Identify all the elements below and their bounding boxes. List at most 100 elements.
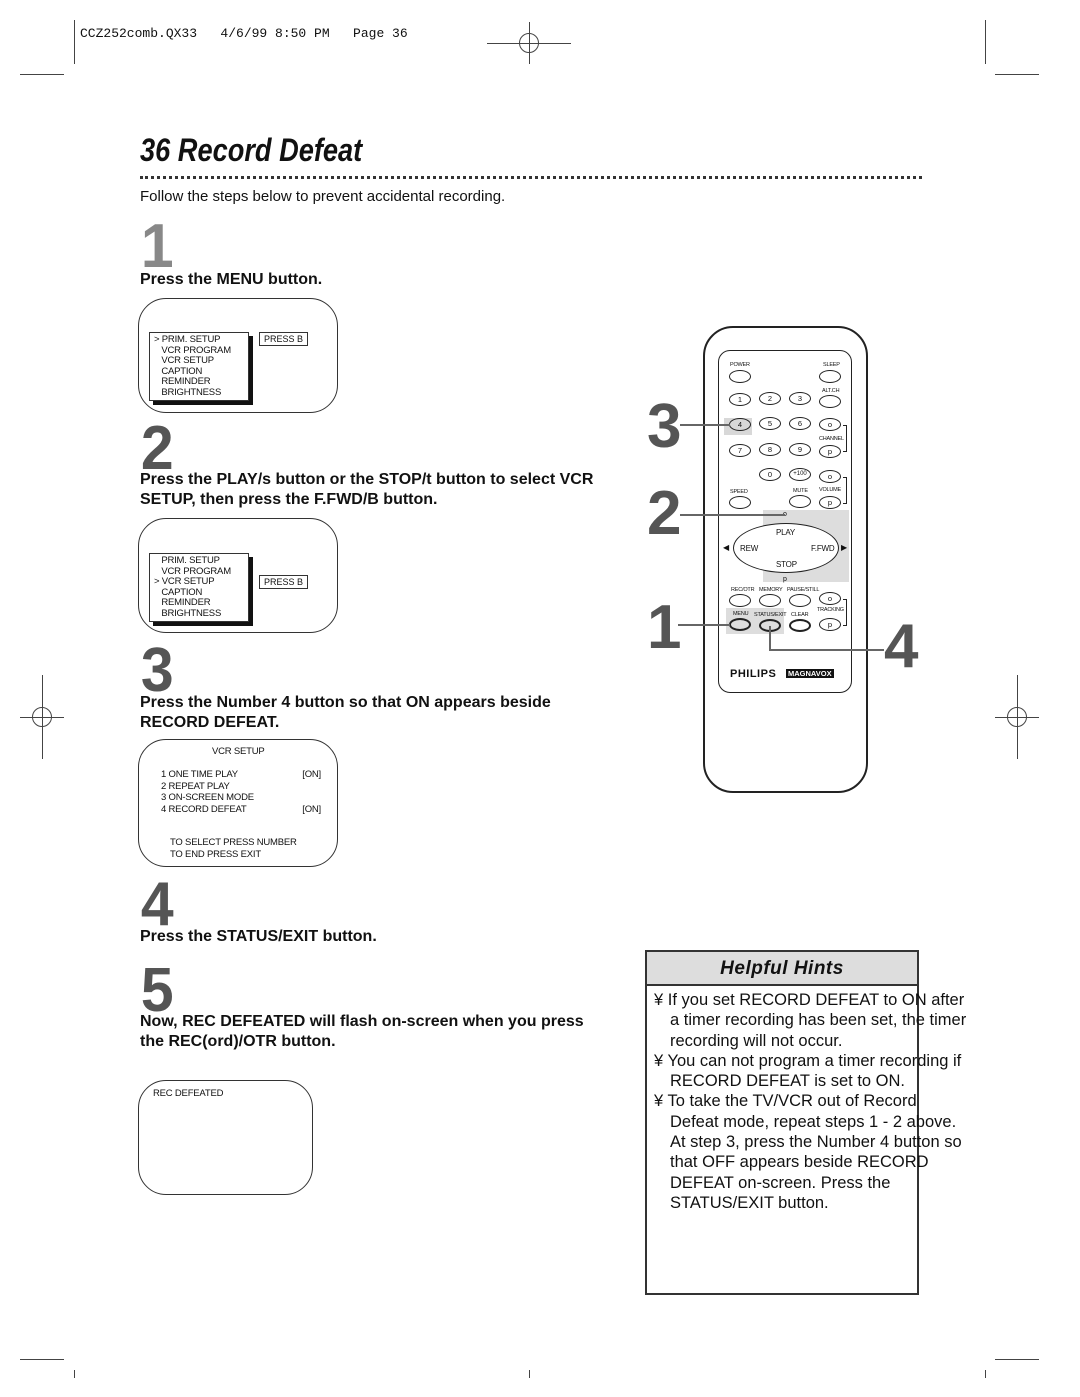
menu-label: MENU bbox=[733, 611, 749, 617]
speed-button[interactable] bbox=[729, 496, 751, 509]
right-arrow-icon: ▶ bbox=[841, 543, 847, 552]
step-instruction: Press the MENU button. bbox=[140, 271, 323, 288]
hints-title: Helpful Hints bbox=[647, 952, 917, 986]
tracking-down-button[interactable]: p bbox=[819, 618, 841, 631]
crop-mark bbox=[529, 1370, 530, 1378]
alt-ch-button[interactable] bbox=[819, 395, 841, 408]
setup-label: 3 ON-SCREEN MODE bbox=[161, 792, 254, 803]
tracking-label: TRACKING bbox=[817, 607, 844, 613]
rew-button[interactable]: REW bbox=[740, 544, 758, 553]
step-instruction: Press the Number 4 button so that ON app… bbox=[140, 694, 551, 731]
callout-number: 3 bbox=[647, 392, 682, 461]
press-b-hint: PRESS B bbox=[259, 332, 309, 346]
step-instruction: Now, REC DEFEATED will flash on-screen w… bbox=[140, 1013, 584, 1050]
brand-logo: PHILIPS bbox=[730, 668, 777, 680]
crop-mark bbox=[985, 20, 986, 64]
stop-button[interactable]: STOP bbox=[776, 560, 797, 569]
menu-item: VCR SETUP bbox=[154, 355, 214, 366]
digit-2-button[interactable]: 2 bbox=[759, 392, 781, 405]
digit-6-button[interactable]: 6 bbox=[789, 417, 811, 430]
callout-number: 1 bbox=[647, 593, 682, 662]
tv-screen-1: > PRIM. SETUP VCR PROGRAM VCR SETUP CAPT… bbox=[138, 298, 338, 413]
crop-mark bbox=[985, 1370, 986, 1378]
dotted-divider bbox=[140, 176, 922, 179]
callout-line bbox=[678, 624, 730, 626]
play-button[interactable]: PLAY bbox=[776, 528, 795, 537]
digit-8-button[interactable]: 8 bbox=[759, 443, 781, 456]
mute-button[interactable] bbox=[789, 495, 811, 508]
brand-logo: MAGNAVOX bbox=[786, 669, 834, 678]
clear-button[interactable] bbox=[789, 619, 811, 632]
screen-footer: TO SELECT PRESS NUMBER bbox=[170, 837, 297, 848]
file-slug: CCZ252comb.QX33 4/6/99 8:50 PM Page 36 bbox=[80, 26, 408, 41]
digit-3-button[interactable]: 3 bbox=[789, 392, 811, 405]
intro-text: Follow the steps below to prevent accide… bbox=[140, 188, 506, 205]
crop-mark bbox=[20, 74, 64, 75]
crop-mark bbox=[74, 1370, 75, 1378]
plus-100-button[interactable]: +100 bbox=[789, 468, 811, 481]
menu-item: BRIGHTNESS bbox=[154, 386, 222, 398]
setup-value: [ON] bbox=[302, 803, 321, 815]
menu-item: > PRIM. SETUP bbox=[154, 334, 221, 345]
setup-row: 4 RECORD DEFEAT [ON] bbox=[161, 804, 321, 816]
power-button[interactable] bbox=[729, 370, 751, 383]
channel-up-button[interactable]: o bbox=[819, 418, 841, 431]
volume-down-button[interactable]: p bbox=[819, 496, 841, 509]
pause-still-label: PAUSE/STILL bbox=[787, 587, 820, 593]
helpful-hints-box: Helpful Hints ¥ If you set RECORD DEFEAT… bbox=[645, 950, 966, 1295]
tracking-up-button[interactable]: o bbox=[819, 592, 841, 605]
crop-mark bbox=[995, 1359, 1039, 1360]
sleep-button[interactable] bbox=[819, 370, 841, 383]
digit-9-button[interactable]: 9 bbox=[789, 443, 811, 456]
registration-mark bbox=[519, 33, 539, 53]
callout-number: 2 bbox=[647, 479, 682, 548]
memory-button[interactable] bbox=[759, 594, 781, 607]
menu-list: > PRIM. SETUP VCR PROGRAM VCR SETUP CAPT… bbox=[149, 332, 249, 401]
rec-defeated-text: REC DEFEATED bbox=[153, 1088, 224, 1099]
step-instruction: Press the STATUS/EXIT button. bbox=[140, 928, 377, 945]
menu-item: > VCR SETUP bbox=[154, 576, 215, 587]
press-b-hint: PRESS B bbox=[259, 575, 309, 589]
screen-footer: TO END PRESS EXIT bbox=[170, 849, 261, 860]
hint-item: ¥ To take the TV/VCR out of Record Defea… bbox=[654, 1092, 962, 1212]
channel-down-button[interactable]: p bbox=[819, 445, 841, 458]
rec-otr-button[interactable] bbox=[729, 594, 751, 607]
crop-mark bbox=[995, 74, 1039, 75]
digit-1-button[interactable]: 1 bbox=[729, 393, 751, 406]
setup-label: 2 REPEAT PLAY bbox=[161, 780, 230, 792]
clear-label: CLEAR bbox=[791, 612, 809, 618]
menu-item: PRIM. SETUP bbox=[154, 555, 220, 566]
registration-mark bbox=[32, 707, 52, 727]
volume-up-button[interactable]: o bbox=[819, 470, 841, 483]
bracket bbox=[843, 599, 847, 626]
callout-line bbox=[769, 626, 771, 650]
digit-0-button[interactable]: 0 bbox=[759, 468, 781, 481]
callout-line bbox=[769, 649, 884, 651]
setup-label: 4 RECORD DEFEAT bbox=[161, 803, 247, 815]
menu-button[interactable] bbox=[729, 618, 751, 631]
left-arrow-icon: ◀ bbox=[723, 543, 729, 552]
rec-otr-label: REC/OTR bbox=[731, 587, 755, 593]
bracket bbox=[843, 425, 847, 452]
digit-4-button[interactable]: 4 bbox=[729, 418, 751, 431]
down-arrow-label: p bbox=[783, 576, 787, 583]
setup-label: 1 ONE TIME PLAY bbox=[161, 769, 238, 780]
crop-mark bbox=[74, 20, 75, 64]
memory-label: MEMORY bbox=[759, 587, 783, 593]
menu-list: PRIM. SETUP VCR PROGRAM > VCR SETUP CAPT… bbox=[149, 553, 249, 622]
registration-mark bbox=[1007, 707, 1027, 727]
crop-mark bbox=[20, 1359, 64, 1360]
digit-5-button[interactable]: 5 bbox=[759, 417, 781, 430]
tv-screen-3: VCR SETUP 1 ONE TIME PLAY [ON] 2 REPEAT P… bbox=[138, 739, 338, 867]
callout-number: 4 bbox=[884, 612, 919, 681]
setup-value: [ON] bbox=[302, 769, 321, 780]
channel-label: CHANNEL bbox=[819, 436, 844, 442]
setup-list: 1 ONE TIME PLAY [ON] 2 REPEAT PLAY 3 ON-S… bbox=[161, 769, 321, 815]
step-number: 1 bbox=[140, 212, 174, 281]
hint-item: ¥ If you set RECORD DEFEAT to ON after a… bbox=[654, 991, 967, 1050]
digit-7-button[interactable]: 7 bbox=[729, 444, 751, 457]
ffwd-button[interactable]: F.FWD bbox=[811, 544, 835, 553]
pause-still-button[interactable] bbox=[789, 594, 811, 607]
setup-row: 3 ON-SCREEN MODE bbox=[161, 792, 321, 804]
step-instruction: Press the PLAY/s button or the STOP/t bu… bbox=[140, 471, 594, 508]
